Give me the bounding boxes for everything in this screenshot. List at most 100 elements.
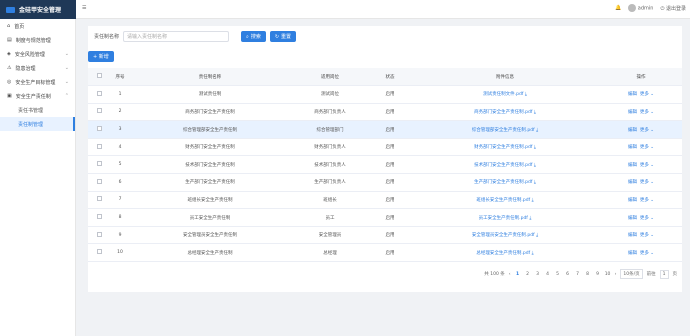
file-link[interactable]: 测试责任制文件.pdf — [483, 92, 523, 97]
prev-page-icon[interactable]: ‹ — [509, 272, 511, 277]
edit-link[interactable]: 编辑 — [628, 110, 637, 115]
select-all-checkbox[interactable] — [88, 68, 110, 87]
sidebar-item-home[interactable]: ⌂ 首页 — [0, 19, 75, 33]
edit-link[interactable]: 编辑 — [628, 180, 637, 185]
page-number[interactable]: 7 — [575, 272, 581, 277]
download-icon[interactable]: ⤓ — [534, 163, 536, 168]
row-checkbox[interactable] — [88, 120, 110, 139]
table-row[interactable]: 3 综合管理部安全生产责任制 综合管理部门 启用 综合管理部安全生产责任制.pdf ⤓ 编… — [88, 120, 682, 139]
row-file[interactable]: 测试责任制文件.pdf ⤓ — [410, 85, 600, 104]
sidebar-item-goals[interactable]: ◎ 安全生产目标管理 ⌄ — [0, 75, 75, 89]
page-number[interactable]: 4 — [545, 272, 551, 277]
download-icon[interactable]: ⤓ — [534, 110, 536, 115]
table-row[interactable]: 7 班组长安全生产责任制 班组长 启用 班组长安全生产责任制.pdf ⤓ 编辑 更多 ⌄ — [88, 191, 682, 210]
download-icon[interactable]: ⤓ — [532, 251, 534, 256]
search-input[interactable]: 请输入责任制名称 — [123, 31, 230, 42]
more-link[interactable]: 更多 ⌄ — [640, 251, 654, 256]
more-link[interactable]: 更多 ⌄ — [640, 145, 654, 150]
row-file[interactable]: 生产部门安全生产责任制.pdf ⤓ — [410, 173, 600, 192]
edit-link[interactable]: 编辑 — [628, 251, 637, 256]
table-row[interactable]: 1 测试责任制 测试岗位 启用 测试责任制文件.pdf ⤓ 编辑 更多 ⌄ — [88, 85, 682, 104]
file-link[interactable]: 技术部门安全生产责任制.pdf — [474, 163, 532, 168]
page-number[interactable]: 8 — [585, 272, 591, 277]
file-link[interactable]: 生产部门安全生产责任制.pdf — [474, 180, 532, 185]
row-file[interactable]: 综合管理部安全生产责任制.pdf ⤓ — [410, 120, 600, 139]
row-checkbox[interactable] — [88, 173, 110, 192]
download-icon[interactable]: ⤓ — [532, 198, 534, 203]
more-link[interactable]: 更多 ⌄ — [640, 198, 654, 203]
row-file[interactable]: 班组长安全生产责任制.pdf ⤓ — [410, 191, 600, 210]
edit-link[interactable]: 编辑 — [628, 128, 637, 133]
table-row[interactable]: 2 商务部门安全生产责任制 商务部门负责人 启用 商务部门安全生产责任制.pdf ⤓ 编辑… — [88, 103, 682, 122]
page-number[interactable]: 6 — [565, 272, 571, 277]
menu-toggle-icon[interactable]: ☰ — [82, 5, 86, 11]
row-checkbox[interactable] — [88, 191, 110, 210]
page-number[interactable]: 2 — [525, 272, 531, 277]
download-icon[interactable]: ⤓ — [536, 233, 538, 238]
download-icon[interactable]: ⤓ — [529, 216, 531, 221]
file-link[interactable]: 员工安全生产责任制.pdf — [479, 216, 528, 221]
more-link[interactable]: 更多 ⌄ — [640, 180, 654, 185]
row-checkbox[interactable] — [88, 243, 110, 263]
table-row[interactable]: 8 员工安全生产责任制 员工 启用 员工安全生产责任制.pdf ⤓ 编辑 更多 ⌄ — [88, 208, 682, 227]
search-button[interactable]: ⌕ 搜索 — [241, 31, 266, 42]
sidebar-subitem-letter[interactable]: 责任书管理 — [0, 103, 75, 117]
sidebar-item-risk[interactable]: ◈ 安全风险管理 ⌄ — [0, 47, 75, 61]
table-row[interactable]: 6 生产部门安全生产责任制 生产部门负责人 启用 生产部门安全生产责任制.pdf ⤓ 编辑… — [88, 173, 682, 192]
download-icon[interactable]: ⤓ — [536, 128, 538, 133]
more-link[interactable]: 更多 ⌄ — [640, 233, 654, 238]
row-file[interactable]: 员工安全生产责任制.pdf ⤓ — [410, 208, 600, 227]
table-row[interactable]: 10 总经理安全生产责任制 总经理 启用 总经理安全生产责任制.pdf ⤓ 编辑 更多 ⌄ — [88, 243, 682, 263]
goto-input[interactable]: 1 — [659, 269, 669, 279]
sidebar-item-rules[interactable]: ▤ 制度与规范管理 — [0, 33, 75, 47]
file-link[interactable]: 综合管理部安全生产责任制.pdf — [472, 128, 535, 133]
edit-link[interactable]: 编辑 — [628, 198, 637, 203]
file-link[interactable]: 班组长安全生产责任制.pdf — [476, 198, 530, 203]
edit-link[interactable]: 编辑 — [628, 163, 637, 168]
row-file[interactable]: 技术部门安全生产责任制.pdf ⤓ — [410, 155, 600, 175]
page-number[interactable]: 5 — [555, 272, 561, 277]
more-link[interactable]: 更多 ⌄ — [640, 163, 654, 168]
next-page-icon[interactable]: › — [615, 272, 617, 277]
sidebar-item-responsibility[interactable]: ▣ 安全生产责任制 ⌃ — [0, 89, 75, 103]
page-number[interactable]: 10 — [605, 272, 611, 277]
more-link[interactable]: 更多 ⌄ — [640, 110, 654, 115]
table-row[interactable]: 9 安全管理员安全生产责任制 安全管理员 启用 安全管理员安全生产责任制.pdf ⤓ 编辑… — [88, 226, 682, 245]
row-file[interactable]: 财务部门安全生产责任制.pdf ⤓ — [410, 138, 600, 157]
row-checkbox[interactable] — [88, 138, 110, 157]
file-link[interactable]: 财务部门安全生产责任制.pdf — [474, 145, 532, 150]
row-checkbox[interactable] — [88, 85, 110, 104]
more-link[interactable]: 更多 ⌄ — [640, 92, 654, 97]
row-checkbox[interactable] — [88, 155, 110, 175]
app-logo[interactable]: 金硅甲安全管理 — [0, 0, 76, 19]
edit-link[interactable]: 编辑 — [628, 145, 637, 150]
reset-button[interactable]: ↻ 重置 — [269, 31, 297, 42]
page-number[interactable]: 1 — [515, 272, 521, 277]
row-file[interactable]: 总经理安全生产责任制.pdf ⤓ — [410, 243, 600, 263]
sidebar-subitem-system[interactable]: 责任制管理 — [0, 117, 75, 131]
bell-icon[interactable]: 🔔 — [615, 5, 621, 11]
page-number[interactable]: 3 — [535, 272, 541, 277]
download-icon[interactable]: ⤓ — [525, 92, 527, 97]
row-checkbox[interactable] — [88, 226, 110, 245]
more-link[interactable]: 更多 ⌄ — [640, 216, 654, 221]
download-icon[interactable]: ⤓ — [534, 180, 536, 185]
edit-link[interactable]: 编辑 — [628, 233, 637, 238]
table-row[interactable]: 4 财务部门安全生产责任制 财务部门负责人 启用 财务部门安全生产责任制.pdf ⤓ 编辑… — [88, 138, 682, 157]
file-link[interactable]: 安全管理员安全生产责任制.pdf — [472, 233, 535, 238]
page-number[interactable]: 9 — [595, 272, 601, 277]
sidebar-item-hazard[interactable]: ⚠ 隐患治理 ⌄ — [0, 61, 75, 75]
more-link[interactable]: 更多 ⌄ — [640, 128, 654, 133]
logout-link[interactable]: ⏻ 退出登录 — [660, 5, 686, 12]
edit-link[interactable]: 编辑 — [628, 92, 637, 97]
file-link[interactable]: 总经理安全生产责任制.pdf — [476, 251, 530, 256]
table-row[interactable]: 5 技术部门安全生产责任制 技术部门负责人 启用 技术部门安全生产责任制.pdf ⤓ 编辑… — [88, 155, 682, 175]
user-menu[interactable]: admin — [628, 4, 653, 12]
row-file[interactable]: 商务部门安全生产责任制.pdf ⤓ — [410, 103, 600, 122]
add-button[interactable]: + 新增 — [88, 51, 114, 62]
row-checkbox[interactable] — [88, 103, 110, 122]
file-link[interactable]: 商务部门安全生产责任制.pdf — [474, 110, 532, 115]
download-icon[interactable]: ⤓ — [534, 145, 536, 150]
row-file[interactable]: 安全管理员安全生产责任制.pdf ⤓ — [410, 226, 600, 245]
edit-link[interactable]: 编辑 — [628, 216, 637, 221]
